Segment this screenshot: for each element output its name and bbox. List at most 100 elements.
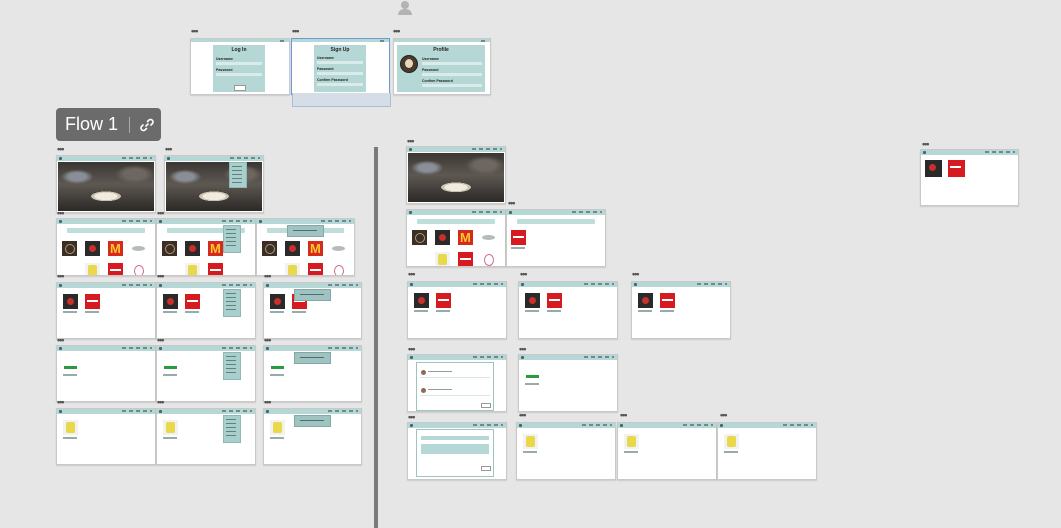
close-button[interactable] bbox=[481, 403, 491, 408]
search-result-frame[interactable] bbox=[506, 209, 606, 267]
review-text-field[interactable] bbox=[421, 444, 489, 454]
category-frame[interactable] bbox=[56, 282, 156, 339]
submit-button[interactable] bbox=[481, 466, 491, 471]
frame-options-icon[interactable]: ••• bbox=[57, 272, 65, 281]
username-label: Username bbox=[422, 57, 439, 61]
username-input[interactable] bbox=[422, 62, 482, 65]
frame-options-icon[interactable]: ••• bbox=[519, 411, 527, 420]
home-frame-logged-in[interactable] bbox=[406, 146, 506, 204]
confirm-password-input[interactable] bbox=[422, 84, 482, 87]
search-input[interactable] bbox=[66, 228, 146, 233]
nav-dropdown[interactable] bbox=[223, 352, 241, 380]
frame-options-icon[interactable]: ••• bbox=[292, 27, 300, 36]
write-review-frame[interactable] bbox=[407, 422, 507, 480]
write-review-modal bbox=[416, 429, 494, 477]
aubi-frame[interactable] bbox=[56, 345, 156, 402]
frame-options-icon[interactable]: ••• bbox=[632, 270, 640, 279]
password-input[interactable] bbox=[317, 72, 363, 75]
fastfood-frame-logged-in-2[interactable] bbox=[617, 422, 717, 480]
frame-options-icon[interactable]: ••• bbox=[922, 140, 930, 149]
category-frame-logged-in[interactable] bbox=[407, 281, 507, 339]
confirm-password-label: Confirm Password bbox=[317, 78, 348, 82]
home-frame[interactable] bbox=[56, 155, 156, 213]
frame-options-icon[interactable]: ••• bbox=[191, 27, 199, 36]
restaurants-menu-frame[interactable] bbox=[156, 218, 256, 276]
frame-options-icon[interactable]: ••• bbox=[393, 27, 401, 36]
nav-dropdown[interactable] bbox=[223, 415, 241, 443]
review-field[interactable] bbox=[421, 436, 489, 440]
login-title: Log In bbox=[231, 47, 247, 53]
frame-options-icon[interactable]: ••• bbox=[408, 345, 416, 354]
frame-options-icon[interactable]: ••• bbox=[57, 336, 65, 345]
confirm-password-label: Confirm Password bbox=[422, 79, 453, 83]
password-input[interactable] bbox=[216, 73, 262, 76]
frame-options-icon[interactable]: ••• bbox=[157, 209, 165, 218]
frame-options-icon[interactable]: ••• bbox=[264, 272, 272, 281]
flow-badge[interactable]: Flow 1 bbox=[56, 108, 161, 141]
hero-image bbox=[58, 162, 154, 211]
category-menu-frame[interactable] bbox=[156, 282, 256, 339]
link-icon[interactable] bbox=[136, 114, 158, 136]
password-input[interactable] bbox=[422, 73, 482, 76]
aubi-toast-frame[interactable] bbox=[263, 345, 362, 402]
frame-options-icon[interactable]: ••• bbox=[157, 336, 165, 345]
category-toast-frame[interactable] bbox=[263, 282, 362, 339]
frame-options-icon[interactable]: ••• bbox=[57, 145, 65, 154]
frame-options-icon[interactable]: ••• bbox=[165, 145, 173, 154]
search-input[interactable] bbox=[416, 219, 496, 224]
login-frame[interactable]: Log In Username Password bbox=[190, 38, 290, 95]
frame-options-icon[interactable]: ••• bbox=[620, 411, 628, 420]
password-label: Password bbox=[422, 68, 439, 72]
restaurants-toast-frame[interactable] bbox=[256, 218, 355, 276]
frame-options-icon[interactable]: ••• bbox=[157, 398, 165, 407]
toast-message bbox=[287, 225, 324, 237]
frame-options-icon[interactable]: ••• bbox=[264, 336, 272, 345]
login-button[interactable] bbox=[234, 85, 246, 91]
signup-frame[interactable]: Sign Up Username Password Confirm Passwo… bbox=[291, 38, 390, 95]
username-input[interactable] bbox=[317, 61, 363, 64]
fastfood-frame[interactable] bbox=[56, 408, 156, 465]
fastfood-menu-frame[interactable] bbox=[156, 408, 256, 465]
username-input[interactable] bbox=[216, 62, 262, 65]
restaurants-frame[interactable] bbox=[56, 218, 156, 276]
toast-message bbox=[294, 289, 331, 301]
password-label: Password bbox=[216, 68, 233, 72]
flow-divider bbox=[374, 147, 378, 528]
frame-options-icon[interactable]: ••• bbox=[407, 137, 415, 146]
category-frame-logged-in-3[interactable] bbox=[631, 281, 731, 339]
nav-dropdown[interactable] bbox=[223, 225, 241, 253]
frame-options-icon[interactable]: ••• bbox=[508, 199, 516, 208]
aubi-menu-frame[interactable] bbox=[156, 345, 256, 402]
fastfood-frame-logged-in[interactable] bbox=[516, 422, 616, 480]
selection-extension bbox=[292, 93, 391, 107]
frame-options-icon[interactable]: ••• bbox=[720, 411, 728, 420]
frame-options-icon[interactable]: ••• bbox=[264, 398, 272, 407]
confirm-password-input[interactable] bbox=[317, 83, 363, 86]
frame-options-icon[interactable]: ••• bbox=[157, 272, 165, 281]
signup-title: Sign Up bbox=[330, 47, 350, 53]
toast-message bbox=[294, 352, 331, 364]
fastfood-toast-frame[interactable] bbox=[263, 408, 362, 465]
nav-dropdown[interactable] bbox=[229, 162, 247, 188]
frame-options-icon[interactable]: ••• bbox=[519, 345, 527, 354]
nav-dropdown[interactable] bbox=[223, 289, 241, 317]
frame-options-icon[interactable]: ••• bbox=[408, 270, 416, 279]
fastfood-frame-logged-in-3[interactable] bbox=[717, 422, 817, 480]
home-menu-frame[interactable] bbox=[164, 155, 264, 213]
username-label: Username bbox=[317, 56, 334, 60]
frame-options-icon[interactable]: ••• bbox=[57, 209, 65, 218]
aubi-frame-logged-in[interactable] bbox=[518, 354, 618, 412]
password-label: Password bbox=[317, 67, 334, 71]
category-frame-logged-in-2[interactable] bbox=[518, 281, 618, 339]
hero-image bbox=[408, 153, 504, 202]
frame-options-icon[interactable]: ••• bbox=[57, 398, 65, 407]
profile-title: Profile bbox=[433, 47, 449, 53]
frame-options-icon[interactable]: ••• bbox=[408, 413, 416, 422]
restaurants-frame-logged-in[interactable] bbox=[406, 209, 506, 267]
reviews-modal bbox=[416, 362, 494, 411]
search-input[interactable] bbox=[516, 219, 596, 224]
profile-frame[interactable]: Profile Username Password Confirm Passwo… bbox=[393, 38, 491, 95]
favorites-frame[interactable] bbox=[920, 149, 1019, 206]
reviews-frame[interactable] bbox=[407, 354, 507, 412]
frame-options-icon[interactable]: ••• bbox=[520, 270, 528, 279]
